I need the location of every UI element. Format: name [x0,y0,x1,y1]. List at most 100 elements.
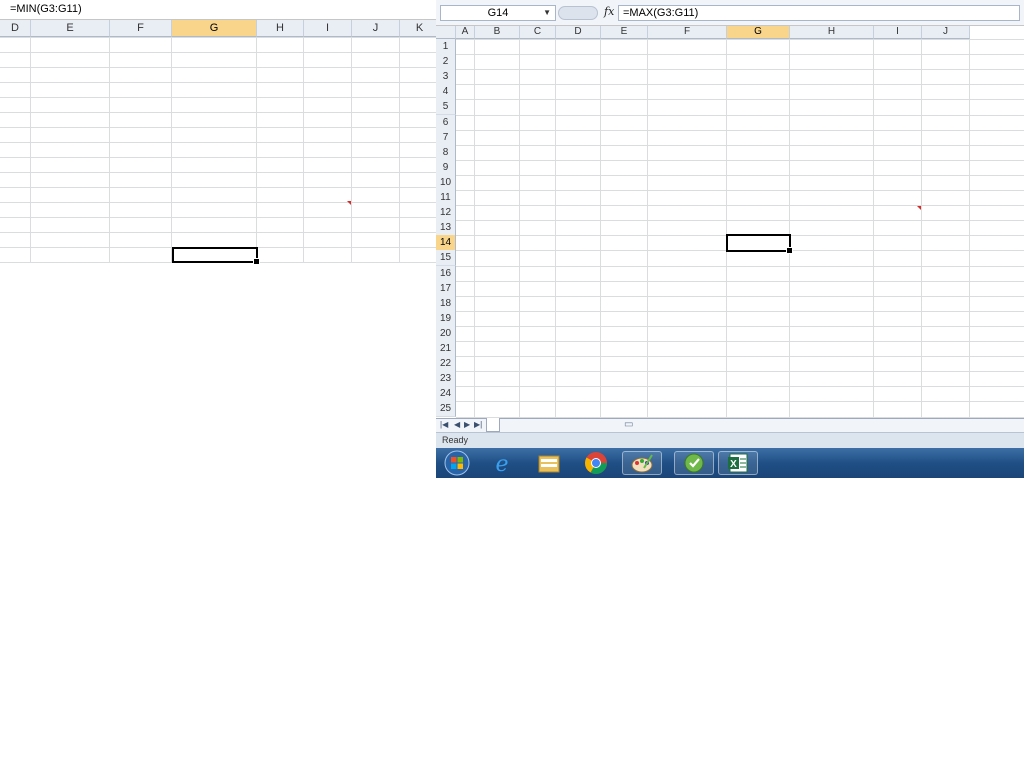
data-cell[interactable] [648,161,725,176]
column-header-k[interactable]: K [400,20,436,37]
data-cell[interactable] [874,85,920,100]
data-cell[interactable] [304,112,351,127]
data-cell[interactable] [172,127,256,142]
summary-cell[interactable] [257,202,303,217]
data-cell[interactable] [790,85,872,100]
active-cell[interactable] [726,234,793,254]
data-cell[interactable] [727,100,788,115]
summary-cell[interactable] [172,232,256,247]
data-cell[interactable] [257,157,303,172]
data-cell[interactable] [727,131,788,146]
summary-cell[interactable] [790,221,872,236]
data-cell[interactable] [172,187,256,202]
data-cell[interactable] [172,97,256,112]
column-header-j[interactable]: J [922,26,970,39]
row-header-14[interactable]: 14 [436,235,456,252]
summary-cell[interactable] [257,232,303,247]
data-cell[interactable] [727,116,788,131]
row-header-23[interactable]: 23 [436,371,456,388]
row-header-19[interactable]: 19 [436,310,456,327]
data-cell[interactable] [31,112,109,127]
column-header-d[interactable]: D [556,26,601,39]
summary-cell[interactable] [790,236,872,251]
summary-cell[interactable] [922,206,968,221]
column-header-g[interactable]: G [727,26,790,39]
data-cell[interactable] [790,116,872,131]
data-cell[interactable] [304,97,351,112]
data-cell[interactable] [648,116,725,131]
data-cell[interactable] [110,187,171,202]
column-header-i[interactable]: I [874,26,922,39]
data-cell[interactable] [352,172,399,187]
data-cell[interactable] [172,172,256,187]
row-header-18[interactable]: 18 [436,295,456,312]
data-cell[interactable] [601,116,646,131]
data-cell[interactable] [352,187,399,202]
row-header-15[interactable]: 15 [436,250,456,267]
data-cell[interactable] [31,97,109,112]
data-cell[interactable] [874,70,920,85]
sheet-tab-sheet1[interactable] [486,418,500,432]
row-header-17[interactable]: 17 [436,280,456,297]
data-cell[interactable] [648,176,725,191]
data-cell[interactable] [304,157,351,172]
summary-cell[interactable] [304,217,351,232]
row-header-10[interactable]: 10 [436,174,456,191]
data-cell[interactable] [352,67,399,82]
summary-cell[interactable] [172,202,256,217]
column-header-e[interactable]: E [601,26,648,39]
chevron-down-icon[interactable]: ▼ [543,6,551,20]
data-cell[interactable] [922,161,968,176]
summary-cell[interactable] [257,217,303,232]
data-cell[interactable] [601,70,646,85]
row-header-4[interactable]: 4 [436,84,456,101]
data-cell[interactable] [31,172,109,187]
data-cell[interactable] [648,191,725,206]
data-cell[interactable] [352,82,399,97]
data-cell[interactable] [304,82,351,97]
data-cell[interactable] [922,146,968,161]
select-all-corner[interactable] [436,26,456,39]
data-cell[interactable] [874,116,920,131]
data-cell[interactable] [31,187,109,202]
column-header-e[interactable]: E [31,20,110,37]
summary-cell[interactable] [172,217,256,232]
data-cell[interactable] [790,161,872,176]
column-header-j[interactable]: J [352,20,400,37]
row-header-8[interactable]: 8 [436,144,456,161]
summary-cell[interactable] [352,202,399,217]
column-header-i[interactable]: I [304,20,352,37]
insert-function-icon[interactable]: fx [604,5,614,19]
internet-explorer-icon[interactable]: e [486,451,518,475]
column-header-d[interactable]: D [0,20,31,37]
data-cell[interactable] [352,97,399,112]
data-cell[interactable] [648,85,725,100]
column-header-c[interactable]: C [520,26,556,39]
data-cell[interactable] [874,176,920,191]
data-cell[interactable] [648,131,725,146]
row-header-11[interactable]: 11 [436,190,456,206]
row-header-22[interactable]: 22 [436,356,456,373]
row-header-21[interactable]: 21 [436,341,456,357]
summary-cell[interactable] [790,206,872,221]
summary-cell[interactable] [874,221,920,236]
data-cell[interactable] [31,142,109,157]
data-cell[interactable] [352,127,399,142]
data-cell[interactable] [727,146,788,161]
column-header-f[interactable]: F [648,26,727,39]
summary-cell[interactable] [304,202,351,217]
summary-cell[interactable] [790,251,872,266]
data-cell[interactable] [172,157,256,172]
data-cell[interactable] [601,85,646,100]
data-cell[interactable] [110,142,171,157]
stt-cell[interactable] [456,70,471,85]
paint-icon[interactable] [622,451,662,475]
data-cell[interactable] [874,131,920,146]
excel-icon[interactable]: X [718,451,758,475]
sheet-tab-sheet2[interactable] [532,418,544,432]
data-cell[interactable] [172,67,256,82]
data-cell[interactable] [304,142,351,157]
data-cell[interactable] [601,191,646,206]
data-cell[interactable] [110,97,171,112]
row-header-5[interactable]: 5 [436,99,456,116]
